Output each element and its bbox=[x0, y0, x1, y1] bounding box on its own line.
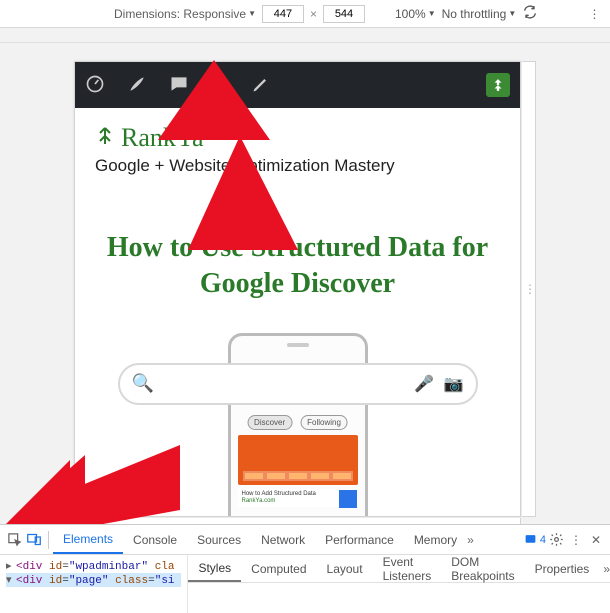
device-toolbar: Dimensions: Responsive ▼ × 100% ▼ No thr… bbox=[0, 0, 610, 28]
discover-card-caption: How to Add Structured Data RankYa.com bbox=[238, 489, 358, 507]
seo-badge-icon[interactable] bbox=[486, 73, 510, 97]
tab-elements[interactable]: Elements bbox=[53, 525, 123, 554]
camera-icon: 📷 bbox=[444, 376, 464, 393]
mic-icon: 🎤 bbox=[414, 376, 434, 393]
subtab-event-listeners[interactable]: Event Listeners bbox=[373, 555, 442, 582]
inspect-icon[interactable] bbox=[4, 530, 24, 550]
tab-performance[interactable]: Performance bbox=[315, 525, 404, 554]
styles-pane: Styles Computed Layout Event Listeners D… bbox=[188, 555, 610, 613]
devtools-main-tabs: Elements Console Sources Network Perform… bbox=[0, 525, 610, 555]
ruler-line bbox=[0, 42, 610, 43]
brand-name: RankYa bbox=[121, 123, 204, 153]
brush-icon[interactable] bbox=[127, 74, 147, 97]
subtab-dom-breakpoints[interactable]: DOM Breakpoints bbox=[441, 555, 524, 582]
zoom-value: 100% bbox=[395, 7, 426, 21]
search-icon: 🔍 bbox=[132, 373, 154, 394]
device-toggle-icon[interactable] bbox=[24, 530, 44, 550]
throttle-dropdown[interactable]: No throttling ▼ bbox=[442, 7, 517, 21]
search-bar-illustration: 🔍 🎤 📷 bbox=[118, 363, 478, 405]
page-body: RankYa Google + Website Optimization Mas… bbox=[75, 108, 520, 513]
tab-console[interactable]: Console bbox=[123, 525, 187, 554]
dimensions-dropdown[interactable]: Dimensions: Responsive ▼ bbox=[114, 7, 256, 21]
close-devtools-icon[interactable]: ✕ bbox=[586, 530, 606, 550]
article-title: How to Use Structured Data for Google Di… bbox=[95, 230, 500, 303]
dom-row-selected[interactable]: ▾<div id="page" class="si bbox=[6, 573, 181, 587]
caret-down-icon: ▼ bbox=[428, 9, 436, 18]
subtab-computed[interactable]: Computed bbox=[241, 555, 316, 582]
tab-network[interactable]: Network bbox=[251, 525, 315, 554]
elements-tree[interactable]: ▸<div id="wpadminbar" cla ▾<div id="page… bbox=[0, 555, 188, 613]
site-brand[interactable]: RankYa bbox=[95, 122, 500, 153]
more-icon[interactable]: ⋮ bbox=[566, 530, 586, 550]
more-tabs-icon[interactable]: » bbox=[467, 533, 474, 547]
dashboard-icon[interactable] bbox=[85, 74, 105, 97]
dimensions-label: Dimensions: Responsive bbox=[114, 7, 246, 21]
subtab-properties[interactable]: Properties bbox=[525, 555, 600, 582]
tab-memory[interactable]: Memory bbox=[404, 525, 467, 554]
devtools-panel: Elements Console Sources Network Perform… bbox=[0, 524, 610, 612]
dom-row[interactable]: ▸<div id="wpadminbar" cla bbox=[6, 559, 181, 573]
resize-handle-east[interactable]: ⋮ bbox=[522, 61, 536, 517]
more-subtabs-icon[interactable]: » bbox=[603, 562, 610, 576]
subtab-layout[interactable]: Layout bbox=[317, 555, 373, 582]
width-input[interactable] bbox=[262, 5, 304, 23]
height-input[interactable] bbox=[323, 5, 365, 23]
hero-illustration: 🔍 🎤 📷 Discover Following How to Add Stru… bbox=[118, 333, 478, 513]
edit-icon[interactable] bbox=[251, 74, 271, 97]
site-tagline: Google + Website Optimization Mastery bbox=[95, 155, 500, 178]
caret-down-icon: ▼ bbox=[508, 9, 516, 18]
discover-tabs: Discover Following bbox=[247, 415, 348, 430]
settings-icon[interactable] bbox=[546, 530, 566, 550]
tab-discover: Discover bbox=[247, 415, 292, 430]
comment-icon[interactable] bbox=[169, 74, 189, 97]
issues-indicator[interactable]: 4 bbox=[524, 533, 546, 546]
wp-admin-bar: + bbox=[75, 62, 520, 108]
rotate-icon[interactable] bbox=[522, 4, 538, 23]
more-options-icon[interactable]: ⋮ bbox=[586, 7, 602, 21]
throttle-value: No throttling bbox=[442, 7, 507, 21]
zoom-dropdown[interactable]: 100% ▼ bbox=[395, 7, 436, 21]
tab-sources[interactable]: Sources bbox=[187, 525, 251, 554]
discover-card-illustration bbox=[238, 435, 358, 485]
tab-following: Following bbox=[300, 415, 348, 430]
styles-subtabs: Styles Computed Layout Event Listeners D… bbox=[188, 555, 610, 583]
add-new-icon[interactable]: + bbox=[211, 70, 229, 100]
viewport-area: + RankYa Google + Website Optimization M… bbox=[0, 28, 610, 524]
times-separator: × bbox=[310, 7, 317, 21]
brand-logo-icon bbox=[95, 122, 115, 152]
device-frame: + RankYa Google + Website Optimization M… bbox=[74, 61, 521, 517]
caret-down-icon: ▼ bbox=[248, 9, 256, 18]
subtab-styles[interactable]: Styles bbox=[188, 555, 241, 582]
